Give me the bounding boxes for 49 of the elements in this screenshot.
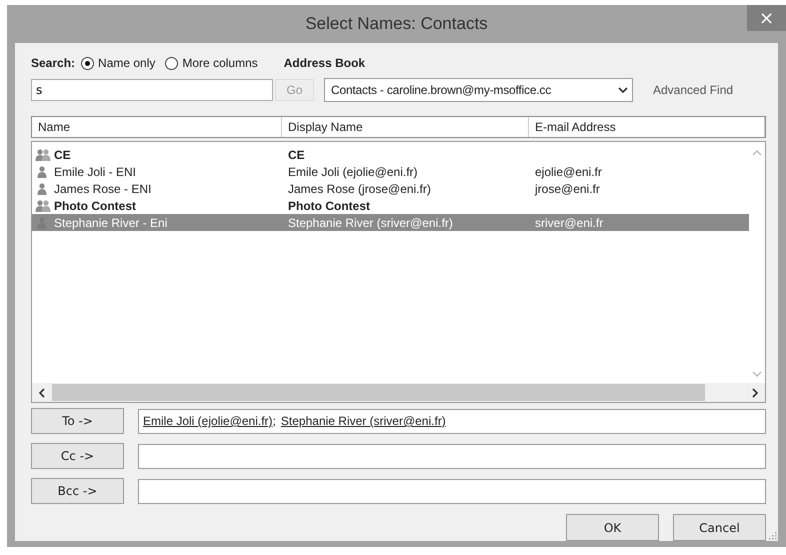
- table-cell: Stephanie River (sriver@eni.fr): [288, 216, 453, 230]
- people-icon: [35, 198, 51, 212]
- advanced-find-link[interactable]: Advanced Find: [653, 83, 734, 97]
- table-cell: James Rose - ENI: [54, 182, 152, 196]
- table-cell: sriver@eni.fr: [535, 216, 604, 230]
- table-cell: CE: [54, 148, 71, 162]
- table-cell: Emile Joli (ejolie@eni.fr): [288, 164, 418, 178]
- table-cell: Stephanie River - Eni: [54, 216, 168, 230]
- close-button[interactable]: ×: [747, 5, 786, 31]
- dialog-button[interactable]: Cancel: [673, 514, 766, 541]
- dialog-button[interactable]: OK: [566, 514, 659, 541]
- recipient-name[interactable]: Emile Joli (ejolie@eni.fr): [143, 414, 273, 428]
- table-cell: Photo Contest: [54, 198, 136, 212]
- scroll-left-icon[interactable]: [38, 388, 46, 398]
- recipient-button[interactable]: Bcc ->: [31, 478, 124, 504]
- table-row[interactable]: Photo Contest Photo Contest: [32, 197, 749, 214]
- recipient-button[interactable]: Cc ->: [31, 443, 124, 469]
- table-cell: Emile Joli - ENI: [54, 164, 136, 178]
- recipient-field[interactable]: [138, 444, 766, 468]
- window-title: Select Names: Contacts: [305, 14, 488, 34]
- recipient-field[interactable]: [138, 478, 766, 504]
- table-row[interactable]: Emile Joli - ENI Emile Joli (ejolie@eni.fr) ejolie@eni.fr: [32, 163, 749, 180]
- caret-icon: [618, 86, 628, 94]
- column-header[interactable]: E-mail Address: [529, 117, 765, 137]
- table-row[interactable]: CE CE: [32, 146, 749, 163]
- scroll-up-icon[interactable]: [752, 150, 762, 156]
- resize-grip-icon: [769, 532, 777, 540]
- table-cell: jrose@eni.fr: [535, 182, 600, 196]
- table-row[interactable]: James Rose - ENI James Rose (jrose@eni.fr) jrose@eni.fr: [32, 180, 749, 197]
- address-book-label: Address Book: [284, 56, 366, 70]
- column-header[interactable]: Display Name: [282, 117, 529, 137]
- separator: ;: [272, 414, 276, 428]
- recipient-name[interactable]: Stephanie River (sriver@eni.fr): [280, 414, 446, 428]
- table-cell: CE: [288, 148, 305, 162]
- address-book-dropdown[interactable]: Contacts - caroline.brown@my-msoffice.cc: [324, 78, 633, 102]
- table-cell: James Rose (jrose@eni.fr): [288, 182, 431, 196]
- column-header[interactable]: Name: [32, 117, 282, 137]
- scroll-down-icon[interactable]: [752, 371, 762, 377]
- radio-option[interactable]: More columns: [165, 56, 258, 70]
- people-icon: [35, 148, 51, 162]
- recipient-field[interactable]: Emile Joli (ejolie@eni.fr); Stephanie River (sriver@eni.fr): [138, 408, 766, 434]
- search-field[interactable]: s: [31, 79, 273, 101]
- table-cell: ejolie@eni.fr: [535, 164, 602, 178]
- table-cell: Photo Contest: [288, 198, 370, 212]
- horizontal-scrollbar[interactable]: [32, 383, 765, 402]
- recipient-button[interactable]: To ->: [31, 408, 124, 434]
- radio-option[interactable]: Name only: [81, 56, 156, 70]
- search-label: Search:: [31, 56, 76, 70]
- scroll-right-icon[interactable]: [751, 388, 759, 398]
